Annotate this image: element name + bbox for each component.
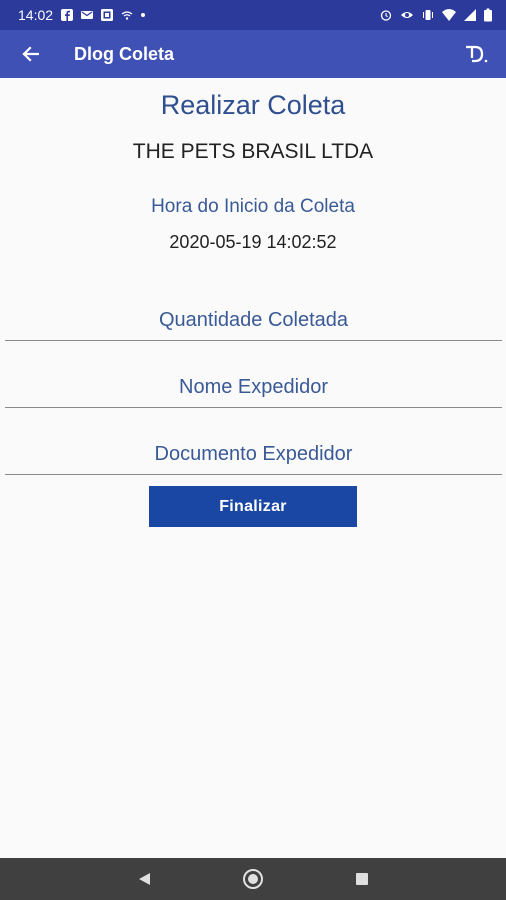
back-triangle-icon [139,873,151,885]
eye-icon [401,12,413,18]
back-button[interactable] [0,30,60,78]
nav-back-button[interactable] [129,864,159,894]
wifi-icon [442,9,456,21]
app-title: Dlog Coleta [74,43,175,64]
wifi-settings-icon [121,11,133,20]
status-left: 14:02 [18,7,146,23]
battery-icon [484,8,492,22]
status-right [380,8,492,22]
photo-icon [101,9,114,21]
company-name: THE PETS BRASIL LTDA [132,140,374,163]
start-time-value: 2020-05-19 14:02:52 [169,232,337,252]
finish-button[interactable]: Finalizar [149,486,357,527]
nav-bar [0,858,506,900]
quantity-field[interactable] [5,300,502,341]
signal-icon [464,9,476,21]
arrow-left-icon [22,46,39,62]
vibrate-icon [423,10,433,20]
nav-recents-button[interactable] [347,864,377,894]
alarm-icon [380,10,392,21]
status-bar: 14:02 [0,0,506,30]
dot-icon [141,13,146,17]
recents-square-icon [355,873,368,885]
home-circle-icon [242,869,263,889]
start-time-label: Hora do Inicio da Coleta [151,196,355,217]
dlog-logo [466,45,488,63]
sender-document-field[interactable] [5,434,502,475]
sender-name-field[interactable] [5,367,502,408]
app-bar: Dlog Coleta [0,30,506,78]
page-title: Realizar Coleta [160,90,346,120]
facebook-icon [61,9,74,21]
status-time: 14:02 [18,7,54,23]
mail-icon [81,11,94,19]
nav-home-button[interactable] [238,864,268,894]
content: Realizar Coleta THE PETS BRASIL LTDA Hor… [0,78,506,858]
